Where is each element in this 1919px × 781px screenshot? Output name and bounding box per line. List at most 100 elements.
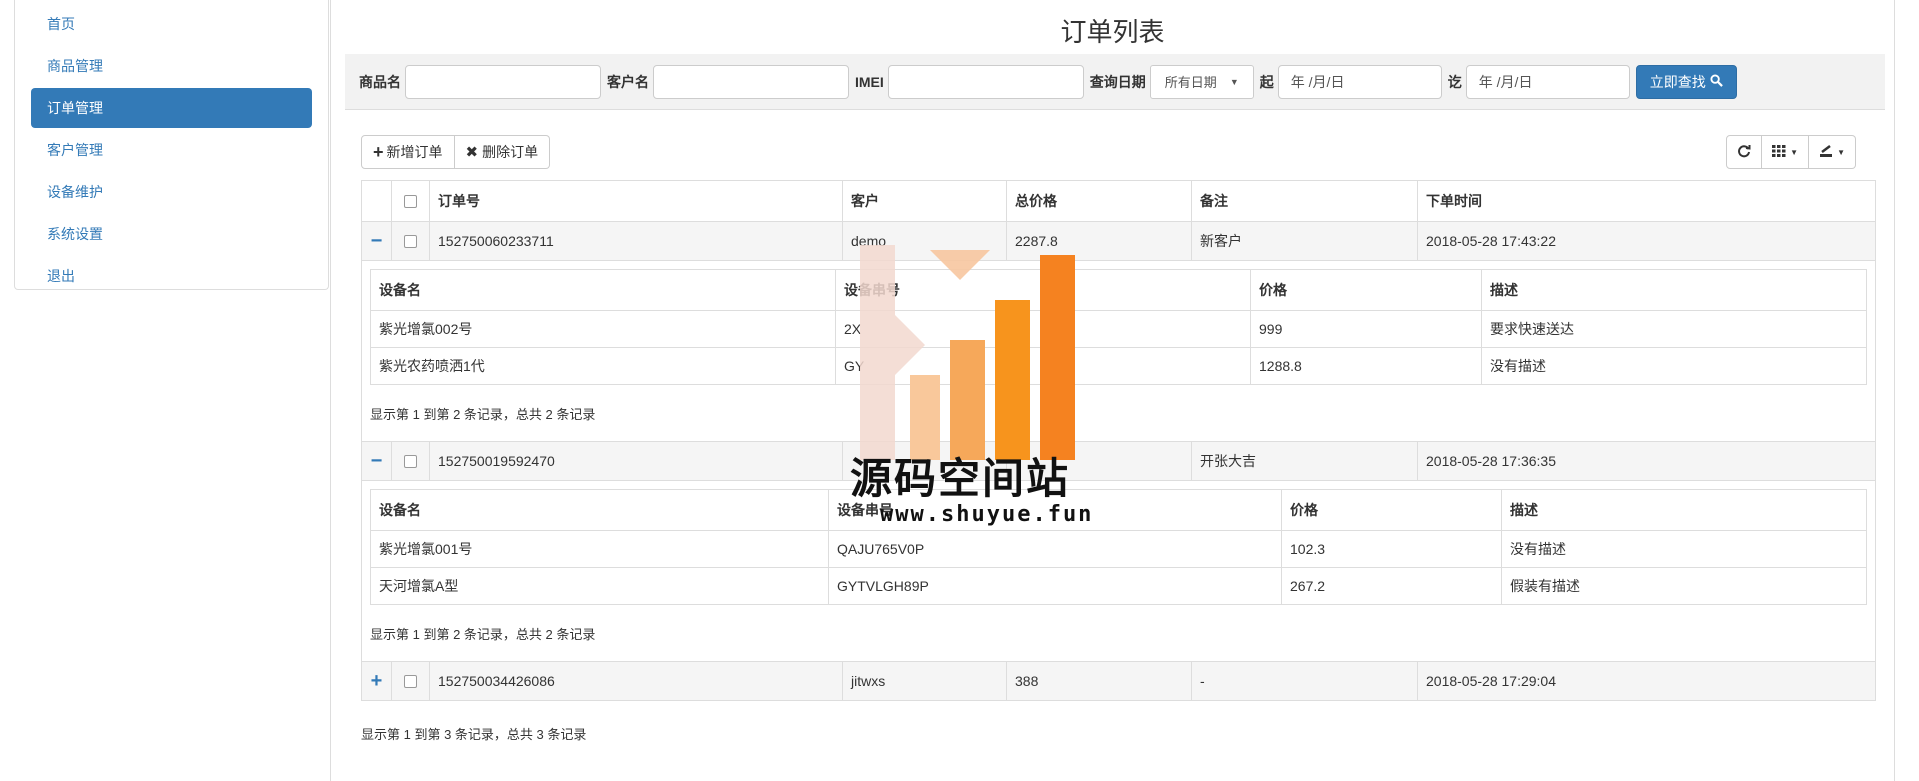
detail-header-row: 设备名 设备串号 价格 描述 (371, 490, 1866, 531)
sidebar-item-settings[interactable]: 系统设置 (31, 214, 312, 254)
device-serial: GY (836, 348, 1251, 384)
page-title: 订单列表 (1060, 17, 1165, 47)
sidebar-item-products[interactable]: 商品管理 (31, 46, 312, 86)
refresh-icon (1737, 144, 1751, 161)
detail-header-desc: 描述 (1490, 282, 1518, 298)
detail-row: 天河增氯A型 GYTVLGH89P 267.2 假装有描述 (371, 568, 1866, 605)
detail-row: 紫光增氯001号 QAJU765V0P 102.3 没有描述 (371, 531, 1866, 568)
order-customer: demo (843, 222, 1007, 260)
select-all-checkbox[interactable] (404, 194, 417, 208)
row-checkbox-cell (392, 662, 430, 700)
sidebar: 首页 商品管理 订单管理 客户管理 设备维护 系统设置 退出 (14, 0, 329, 290)
column-header-note[interactable]: 备注 (1192, 181, 1418, 221)
search-bar: 商品名 客户名 IMEI 查询日期 所有日期 ▼ 起 年 /月/日 讫 年 /月… (345, 54, 1885, 110)
sidebar-item-home[interactable]: 首页 (31, 4, 312, 44)
delete-order-button[interactable]: ✖ 删除订单 (454, 135, 551, 169)
order-time: 2018-05-28 17:36:35 (1426, 453, 1556, 469)
caret-down-icon: ▼ (1837, 147, 1845, 157)
from-date-placeholder: 年 /月/日 (1290, 73, 1345, 90)
toolbar-actions: + 新增订单 ✖ 删除订单 (361, 135, 551, 169)
expand-toggle[interactable]: + (362, 662, 392, 700)
product-input[interactable] (405, 64, 601, 99)
date-select-value: 所有日期 (1164, 75, 1217, 90)
collapse-toggle[interactable]: − (362, 442, 392, 480)
columns-button[interactable]: ▼ (1762, 135, 1810, 169)
customer-label: 客户名 (607, 73, 649, 90)
header-checkbox-cell (392, 181, 430, 221)
caret-down-icon: ▼ (1229, 76, 1239, 87)
date-select[interactable]: 所有日期 ▼ (1149, 64, 1254, 99)
watermark-title: 源码空间站 (850, 454, 1071, 503)
sidebar-item-logout[interactable]: 退出 (31, 256, 312, 296)
order-note: 开张大吉 (1192, 442, 1418, 480)
sidebar-item-customers[interactable]: 客户管理 (31, 130, 312, 170)
customer-input[interactable] (653, 64, 849, 99)
device-serial: 2X (836, 311, 1251, 347)
order-id: 152750019592470 (430, 442, 843, 480)
search-icon (1710, 73, 1723, 90)
device-desc: 没有描述 (1510, 541, 1566, 557)
row-checkbox[interactable] (404, 674, 417, 688)
detail-header-serial: 设备串号 (836, 270, 1251, 310)
export-button[interactable]: ▼ (1809, 135, 1856, 169)
row-checkbox-cell (392, 442, 430, 480)
main-panel: 订单列表 商品名 客户名 IMEI 查询日期 所有日期 ▼ 起 年 /月/日 讫… (330, 0, 1895, 781)
caret-down-icon: ▼ (1790, 147, 1799, 157)
device-name: 天河增氯A型 (371, 568, 829, 604)
device-serial: QAJU765V0P (829, 531, 1282, 567)
watermark-url: www.shuyue.fun (880, 502, 1094, 527)
detail-table: 设备名 设备串号 价格 描述 紫光增氯001号 QAJU765V0P 102.3… (370, 489, 1867, 605)
add-order-button[interactable]: + 新增订单 (361, 135, 455, 169)
imei-label: IMEI (855, 73, 884, 90)
row-checkbox-cell (392, 222, 430, 260)
order-time: 2018-05-28 17:29:04 (1426, 673, 1556, 689)
order-id: 152750034426086 (430, 662, 843, 700)
search-button[interactable]: 立即查找 (1635, 64, 1737, 99)
column-header-customer[interactable]: 客户 (843, 181, 1007, 221)
table-pagination: 显示第 1 到第 3 条记录，总共 3 条记录 (361, 727, 587, 742)
device-price: 1288.8 (1251, 348, 1482, 384)
table-row: − 152750019592470 开张大吉 2018-05-28 17:36:… (362, 442, 1875, 481)
table-header-row: 订单号 客户 总价格 备注 下单时间 (362, 181, 1875, 222)
refresh-button[interactable] (1726, 135, 1763, 169)
to-date-input[interactable]: 年 /月/日 (1465, 64, 1630, 99)
sidebar-item-orders[interactable]: 订单管理 (31, 88, 312, 128)
from-label: 起 (1259, 73, 1274, 90)
order-total: 2287.8 (1007, 222, 1192, 260)
product-label: 商品名 (359, 73, 401, 90)
row-checkbox[interactable] (404, 234, 417, 248)
sidebar-item-devices[interactable]: 设备维护 (31, 172, 312, 212)
order-note: - (1192, 662, 1418, 700)
grid-icon (1772, 144, 1786, 161)
detail-header-price: 价格 (1282, 490, 1502, 530)
device-desc: 假装有描述 (1510, 578, 1580, 594)
device-name: 紫光增氯001号 (371, 531, 829, 567)
from-date-input[interactable]: 年 /月/日 (1277, 64, 1442, 99)
order-total: 388 (1007, 662, 1192, 700)
to-label: 讫 (1447, 73, 1462, 90)
device-desc: 没有描述 (1490, 358, 1546, 374)
order-note: 新客户 (1192, 222, 1418, 260)
order-customer: jitwxs (843, 662, 1007, 700)
collapse-toggle[interactable]: − (362, 222, 392, 260)
detail-row: 紫光农药喷洒1代 GY 1288.8 没有描述 (371, 348, 1866, 385)
detail-header-name: 设备名 (371, 490, 829, 530)
device-price: 267.2 (1282, 568, 1502, 604)
order-time: 2018-05-28 17:43:22 (1426, 233, 1556, 249)
date-label: 查询日期 (1089, 73, 1146, 90)
column-header-total[interactable]: 总价格 (1007, 181, 1192, 221)
device-serial: GYTVLGH89P (829, 568, 1282, 604)
detail-pagination: 显示第 1 到第 2 条记录，总共 2 条记录 (370, 626, 596, 642)
device-name: 紫光农药喷洒1代 (371, 348, 836, 384)
column-header-time[interactable]: 下单时间 (1418, 181, 1875, 221)
header-expand-cell (362, 181, 392, 221)
row-checkbox[interactable] (404, 454, 417, 468)
order-detail: 设备名 设备串号 价格 描述 紫光增氯002号 2X 999 要求快速送达 紫光… (362, 261, 1875, 442)
remove-icon: ✖ (465, 144, 479, 161)
delete-order-label: 删除订单 (482, 144, 539, 160)
imei-input[interactable] (887, 64, 1084, 99)
plus-icon: + (373, 141, 384, 162)
detail-header-name: 设备名 (371, 270, 836, 310)
column-header-order-id[interactable]: 订单号 (430, 181, 843, 221)
table-row: + 152750034426086 jitwxs 388 - 2018-05-2… (362, 662, 1875, 701)
